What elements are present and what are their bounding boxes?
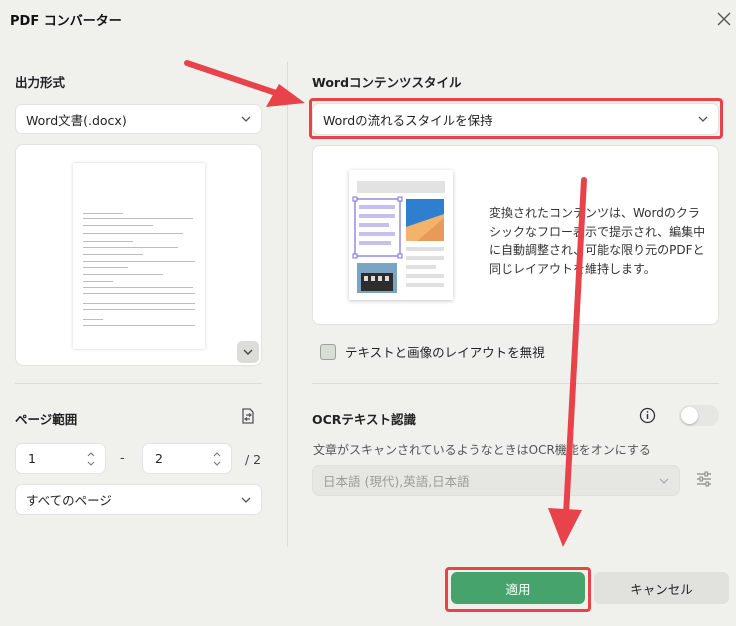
page-to-value: 2 (155, 451, 163, 466)
flow-layout-illustration (349, 170, 453, 300)
page-range-label: ページ範囲 (15, 412, 78, 427)
left-divider (15, 383, 262, 384)
page-from-stepper[interactable]: 1 (15, 443, 106, 474)
stepper-arrows-icon[interactable] (213, 451, 221, 467)
document-thumbnail (73, 163, 205, 349)
ocr-language-select[interactable]: 日本語 (現代),英語,日本語 (312, 465, 680, 496)
page-to-stepper[interactable]: 2 (142, 443, 232, 474)
apply-button[interactable]: 適用 (451, 572, 585, 604)
chevron-down-icon (241, 116, 251, 122)
ocr-language-value: 日本語 (現代),英語,日本語 (323, 474, 470, 489)
ignore-layout-option[interactable]: テキストと画像のレイアウトを無視 (320, 342, 545, 361)
page-scope-select[interactable]: すべてのページ (15, 484, 262, 515)
range-separator: - (120, 451, 125, 466)
word-style-select[interactable]: Wordの流れるスタイルを保持 (312, 103, 719, 135)
arrow-head (266, 84, 305, 107)
chevron-down-icon (698, 116, 708, 122)
output-format-select[interactable]: Word文書(.docx) (15, 104, 262, 134)
page-total: / 2 (245, 452, 262, 467)
word-style-preview-card: 変換されたコンテンツは、Wordのクラシックなフロー表示で提示され、編集中に自動… (312, 145, 719, 325)
page-range-reset-icon[interactable] (238, 406, 258, 426)
ocr-label: OCRテキスト認識 (312, 412, 417, 427)
arrow-head (548, 508, 582, 547)
ocr-settings-icon[interactable] (695, 470, 713, 488)
output-format-label: 出力形式 (15, 75, 66, 90)
output-format-value: Word文書(.docx) (26, 112, 127, 128)
ocr-toggle-knob (681, 407, 698, 424)
window-title: PDF コンバーター (10, 14, 122, 29)
expand-preview-button[interactable] (237, 341, 259, 363)
chevron-down-icon (241, 497, 251, 503)
cancel-button[interactable]: キャンセル (594, 572, 729, 604)
ignore-layout-label: テキストと画像のレイアウトを無視 (345, 345, 545, 360)
title-bar: PDF コンバーター (0, 0, 736, 38)
word-style-description: 変換されたコンテンツは、Wordのクラシックなフロー表示で提示され、編集中に自動… (489, 206, 706, 276)
arrow-shaft (184, 60, 279, 96)
column-divider (287, 62, 288, 547)
ocr-hint: 文章がスキャンされているようなときはOCR機能をオンにする (313, 443, 651, 457)
page-from-value: 1 (28, 451, 36, 466)
ocr-toggle[interactable] (679, 405, 719, 426)
chevron-down-icon (659, 478, 669, 484)
close-icon[interactable] (714, 9, 734, 29)
document-preview (15, 144, 262, 366)
ignore-layout-checkbox[interactable] (320, 343, 336, 360)
right-divider (312, 383, 719, 384)
word-style-value: Wordの流れるスタイルを保持 (323, 112, 493, 128)
page-scope-value: すべてのページ (26, 493, 112, 508)
stepper-arrows-icon[interactable] (87, 451, 95, 467)
info-icon[interactable] (639, 407, 656, 424)
word-style-label: Wordコンテンツスタイル (312, 75, 462, 90)
chevron-down-icon (243, 349, 253, 355)
